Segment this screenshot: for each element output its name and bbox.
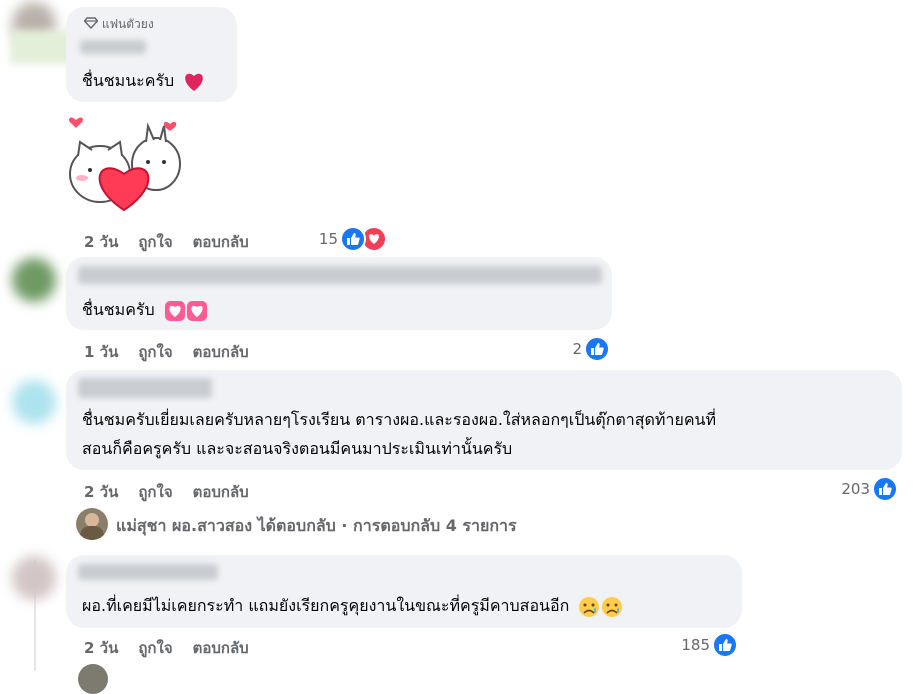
author-name[interactable] <box>78 564 218 580</box>
avatar[interactable] <box>12 380 56 424</box>
timestamp[interactable]: 2 วัน <box>84 483 118 501</box>
avatar[interactable] <box>12 556 56 600</box>
avatar[interactable] <box>78 664 108 694</box>
reaction-count[interactable]: 185 <box>664 636 710 654</box>
sad-face-emoji <box>579 596 623 617</box>
comment-text: ชื่นชมนะครับ <box>82 66 205 96</box>
pink-heart-emoji <box>164 300 207 321</box>
like-button[interactable]: ถูกใจ <box>138 233 172 251</box>
reaction-count[interactable]: 15 <box>300 230 338 248</box>
timestamp[interactable]: 2 วัน <box>84 639 118 657</box>
diamond-icon <box>83 17 99 30</box>
like-icon <box>584 336 610 362</box>
badge-label: แฟนตัวยง <box>101 17 154 31</box>
reaction-count[interactable]: 2 <box>550 340 582 358</box>
replier-avatar[interactable] <box>76 508 108 540</box>
reply-button[interactable]: ตอบกลับ <box>193 343 249 361</box>
author-name[interactable] <box>78 378 212 398</box>
like-icon <box>872 476 898 502</box>
comment-text: ชื่นชมครับ <box>82 295 208 325</box>
comment-text: ผอ.ที่เคยมีไม่เคยกระทำ แถมยังเรียกครูคุย… <box>82 591 624 621</box>
author-name[interactable] <box>78 266 602 284</box>
comment-text-line: ชื่นชมครับเยี่ยมเลยครับหลายๆโรงเรียน ตาร… <box>82 410 717 429</box>
timestamp[interactable]: 1 วัน <box>84 343 118 361</box>
reply-button[interactable]: ตอบกลับ <box>193 483 249 501</box>
comment-text-line: สอนก็คือครูครับ และจะสอนจริงตอนมีคนมาประ… <box>82 439 513 458</box>
like-icon <box>340 226 366 252</box>
top-fan-badge: แฟนตัวยง <box>83 15 154 34</box>
sticker-image[interactable] <box>64 112 184 216</box>
comment-actions: 2 วัน ถูกใจ ตอบกลับ <box>84 480 269 504</box>
like-button[interactable]: ถูกใจ <box>138 343 172 361</box>
like-button[interactable]: ถูกใจ <box>138 483 172 501</box>
author-name[interactable] <box>80 40 146 54</box>
comment-actions: 1 วัน ถูกใจ ตอบกลับ <box>84 340 269 364</box>
reply-button[interactable]: ตอบกลับ <box>193 233 249 251</box>
reaction-count[interactable]: 203 <box>822 480 870 498</box>
heart-emoji <box>185 73 204 91</box>
like-button[interactable]: ถูกใจ <box>138 639 172 657</box>
comment-actions: 2 วัน ถูกใจ ตอบกลับ <box>84 636 269 660</box>
view-replies-link[interactable]: แม่สุชา ผอ.สาวสอง ได้ตอบกลับ · การตอบกลั… <box>116 514 517 539</box>
like-icon <box>712 632 738 658</box>
comment-actions: 2 วัน ถูกใจ ตอบกลับ <box>84 230 269 254</box>
reply-button[interactable]: ตอบกลับ <box>193 639 249 657</box>
avatar[interactable] <box>12 258 56 302</box>
timestamp[interactable]: 2 วัน <box>84 233 118 251</box>
